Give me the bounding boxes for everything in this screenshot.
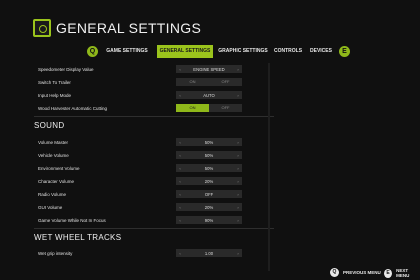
chevron-left-icon[interactable]: ‹ — [176, 67, 184, 72]
toggle-off-option[interactable]: OFF — [209, 104, 242, 112]
speedometer-selector[interactable]: ‹ ENGINE SPEED › — [176, 65, 242, 73]
toggle-off-option[interactable]: OFF — [209, 78, 242, 86]
chevron-left-icon[interactable]: ‹ — [176, 192, 184, 197]
setting-value: AUTO — [203, 92, 215, 98]
setting-label: Input Help Mode — [38, 92, 72, 98]
chevron-left-icon[interactable]: ‹ — [176, 166, 184, 171]
setting-label: Radio Volume — [38, 191, 67, 197]
setting-label: Volume Master — [38, 139, 69, 145]
setting-label: GUI Volume — [38, 204, 63, 210]
gui-volume-slider[interactable]: ‹ 20% › — [176, 203, 242, 211]
setting-label: Game Volume While Not In Focus — [38, 217, 106, 223]
setting-value: ENGINE SPEED — [193, 66, 225, 72]
character-volume-slider[interactable]: ‹ 20% › — [176, 177, 242, 185]
game-volume-unfocused-slider[interactable]: ‹ 90% › — [176, 216, 242, 224]
radio-volume-slider[interactable]: ‹ OFF › — [176, 190, 242, 198]
chevron-left-icon[interactable]: ‹ — [176, 179, 184, 184]
previous-menu-button[interactable]: Q PREVIOUS MENU — [330, 268, 381, 277]
setting-label: Wood Harvester Automatic Cutting — [38, 105, 107, 111]
setting-value: 50% — [204, 139, 214, 145]
setting-row-input-help: Input Help Mode ‹ AUTO › — [38, 90, 276, 100]
toggle-on-option[interactable]: ON — [176, 78, 209, 86]
key-e-icon: E — [384, 268, 393, 278]
previous-menu-label: PREVIOUS MENU — [343, 270, 381, 275]
tab-devices[interactable]: DEVICES — [308, 45, 334, 58]
setting-value: 20% — [204, 178, 214, 184]
chevron-right-icon[interactable]: › — [234, 140, 242, 145]
setting-label: Speedometer Display Value — [38, 66, 94, 72]
app-logo-icon — [33, 19, 51, 37]
chevron-right-icon[interactable]: › — [234, 67, 242, 72]
chevron-right-icon[interactable]: › — [234, 205, 242, 210]
tab-controls[interactable]: CONTROLS — [273, 45, 303, 58]
divider — [34, 116, 274, 117]
setting-label: Wet grip intensity — [38, 250, 73, 256]
setting-row-vehicle-volume: Vehicle Volume ‹ 50% › — [38, 150, 276, 160]
next-menu-label: NEXT MENU — [396, 268, 410, 278]
chevron-left-icon[interactable]: ‹ — [176, 140, 184, 145]
chevron-left-icon[interactable]: ‹ — [176, 93, 184, 98]
chevron-right-icon[interactable]: › — [234, 166, 242, 171]
setting-label: Environment Volume — [38, 165, 80, 171]
wood-harvester-toggle[interactable]: ON OFF — [176, 104, 242, 112]
vehicle-volume-slider[interactable]: ‹ 50% › — [176, 151, 242, 159]
setting-label: Vehicle Volume — [38, 152, 69, 158]
tab-general-settings[interactable]: GENERAL SETTINGS — [157, 45, 213, 58]
environment-volume-slider[interactable]: ‹ 50% › — [176, 164, 242, 172]
tab-graphic-settings[interactable]: GRAPHIC SETTINGS — [218, 45, 268, 58]
setting-row-character-volume: Character Volume ‹ 20% › — [38, 176, 276, 186]
chevron-right-icon[interactable]: › — [234, 192, 242, 197]
tab-prev-button[interactable]: Q — [87, 46, 98, 57]
tab-next-button[interactable]: E — [339, 46, 350, 57]
setting-label: Switch To Trailer — [38, 79, 71, 85]
chevron-right-icon[interactable]: › — [234, 251, 242, 256]
settings-scrollbar[interactable] — [268, 63, 270, 271]
setting-value: 1.00 — [204, 250, 214, 256]
chevron-right-icon[interactable]: › — [234, 93, 242, 98]
setting-value: OFF — [204, 191, 214, 197]
chevron-left-icon[interactable]: ‹ — [176, 218, 184, 223]
toggle-on-option[interactable]: ON — [176, 104, 209, 112]
setting-row-gui-volume: GUI Volume ‹ 20% › — [38, 202, 276, 212]
setting-row-volume-master: Volume Master ‹ 50% › — [38, 137, 276, 147]
setting-row-wet-grip-intensity: Wet grip intensity ‹ 1.00 › — [38, 248, 276, 258]
setting-value: 20% — [204, 204, 214, 210]
page-title: GENERAL SETTINGS — [56, 20, 202, 36]
setting-row-wood-harvester: Wood Harvester Automatic Cutting ON OFF — [38, 103, 276, 113]
chevron-right-icon[interactable]: › — [234, 153, 242, 158]
setting-value: 50% — [204, 152, 214, 158]
switch-to-trailer-toggle[interactable]: ON OFF — [176, 78, 242, 86]
next-menu-button[interactable]: E NEXT MENU — [384, 268, 420, 278]
setting-row-radio-volume: Radio Volume ‹ OFF › — [38, 189, 276, 199]
chevron-left-icon[interactable]: ‹ — [176, 251, 184, 256]
setting-label: Character Volume — [38, 178, 75, 184]
wet-grip-intensity-slider[interactable]: ‹ 1.00 › — [176, 249, 242, 257]
chevron-left-icon[interactable]: ‹ — [176, 153, 184, 158]
input-help-selector[interactable]: ‹ AUTO › — [176, 91, 242, 99]
setting-row-speedometer: Speedometer Display Value ‹ ENGINE SPEED… — [38, 64, 276, 74]
divider — [34, 228, 274, 229]
chevron-left-icon[interactable]: ‹ — [176, 205, 184, 210]
tab-bar: Q GAME SETTINGS GENERAL SETTINGS GRAPHIC… — [87, 45, 359, 58]
tab-game-settings[interactable]: GAME SETTINGS — [102, 45, 152, 58]
chevron-right-icon[interactable]: › — [234, 218, 242, 223]
key-q-icon: Q — [330, 268, 339, 277]
setting-row-game-volume-unfocused: Game Volume While Not In Focus ‹ 90% › — [38, 215, 276, 225]
setting-row-switch-to-trailer: Switch To Trailer ON OFF — [38, 77, 276, 87]
section-title-wet-wheel-tracks: WET WHEEL TRACKS — [34, 233, 122, 242]
section-title-sound: SOUND — [34, 121, 65, 130]
setting-value: 90% — [204, 217, 214, 223]
setting-value: 50% — [204, 165, 214, 171]
chevron-right-icon[interactable]: › — [234, 179, 242, 184]
setting-row-environment-volume: Environment Volume ‹ 50% › — [38, 163, 276, 173]
volume-master-slider[interactable]: ‹ 50% › — [176, 138, 242, 146]
